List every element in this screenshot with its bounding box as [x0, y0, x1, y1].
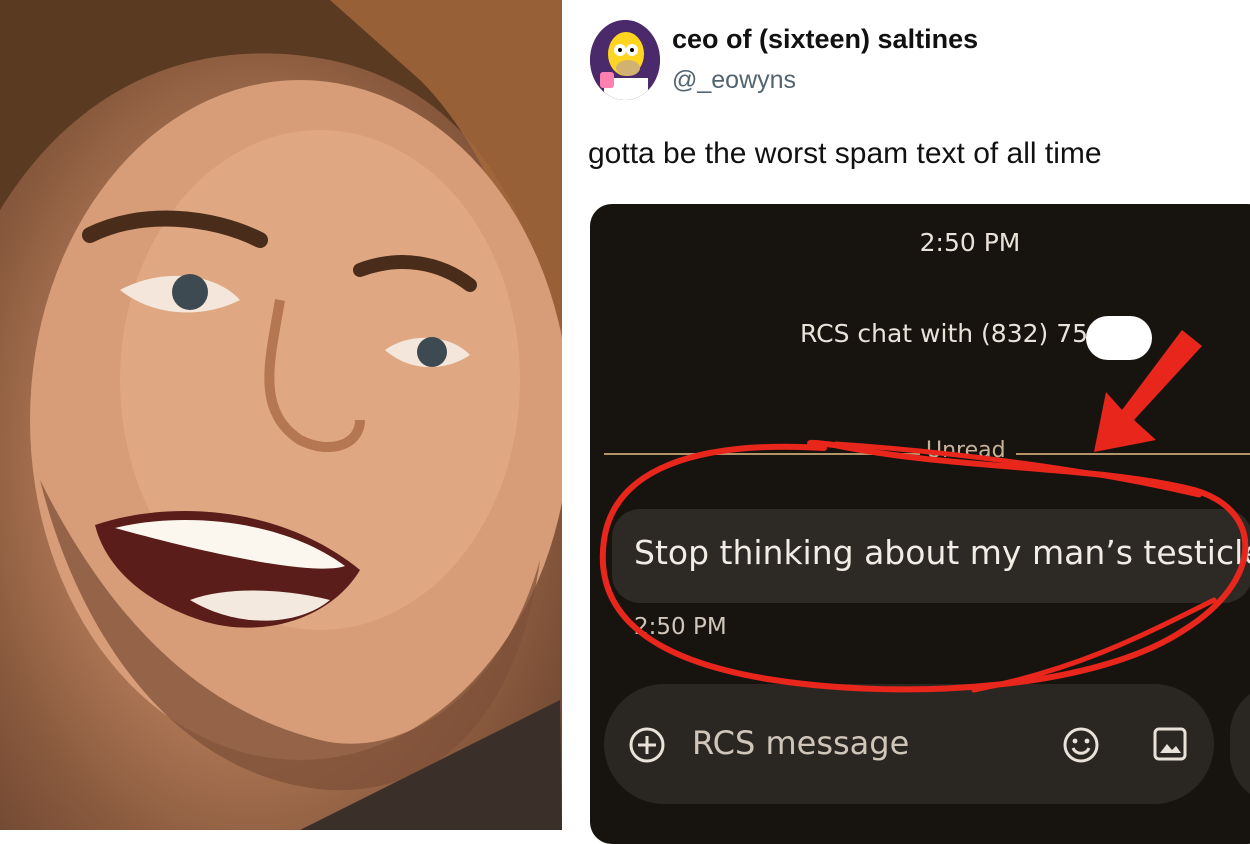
rcs-message-input[interactable]: RCS message: [692, 724, 909, 762]
homer-avatar-icon: [590, 20, 660, 100]
message-text: Stop thinking about my man’s testicles!: [634, 533, 1250, 572]
panel-divider: [562, 0, 574, 830]
user-handle[interactable]: @_eowyns: [672, 66, 796, 95]
photo-illustration: [0, 0, 562, 830]
tweet-card: ceo of (sixteen) saltines @_eowyns gotta…: [574, 0, 1250, 844]
unread-divider-right: [1016, 453, 1250, 455]
rcs-chat-label: RCS chat with (832) 752-: [800, 319, 1113, 348]
unread-divider-left: [604, 453, 920, 455]
avatar[interactable]: [590, 20, 660, 100]
phone-screenshot: 2:50 PM RCS chat with (832) 752- Unread …: [590, 204, 1250, 844]
display-name[interactable]: ceo of (sixteen) saltines: [672, 24, 978, 55]
message-timestamp: 2:50 PM: [634, 614, 727, 640]
redaction-blob: [1086, 316, 1152, 360]
emoji-icon[interactable]: [1062, 726, 1100, 768]
image-icon[interactable]: [1152, 726, 1188, 766]
smiling-man-photo: [0, 0, 562, 830]
message-bubble[interactable]: Stop thinking about my man’s testicles!: [612, 509, 1250, 603]
unread-label: Unread: [926, 438, 1006, 463]
compose-extra-button[interactable]: [1230, 684, 1250, 804]
top-timestamp: 2:50 PM: [919, 228, 1021, 257]
add-circle-icon[interactable]: [628, 726, 666, 768]
compose-bar[interactable]: RCS message: [604, 684, 1214, 804]
tweet-text: gotta be the worst spam text of all time: [588, 137, 1102, 170]
